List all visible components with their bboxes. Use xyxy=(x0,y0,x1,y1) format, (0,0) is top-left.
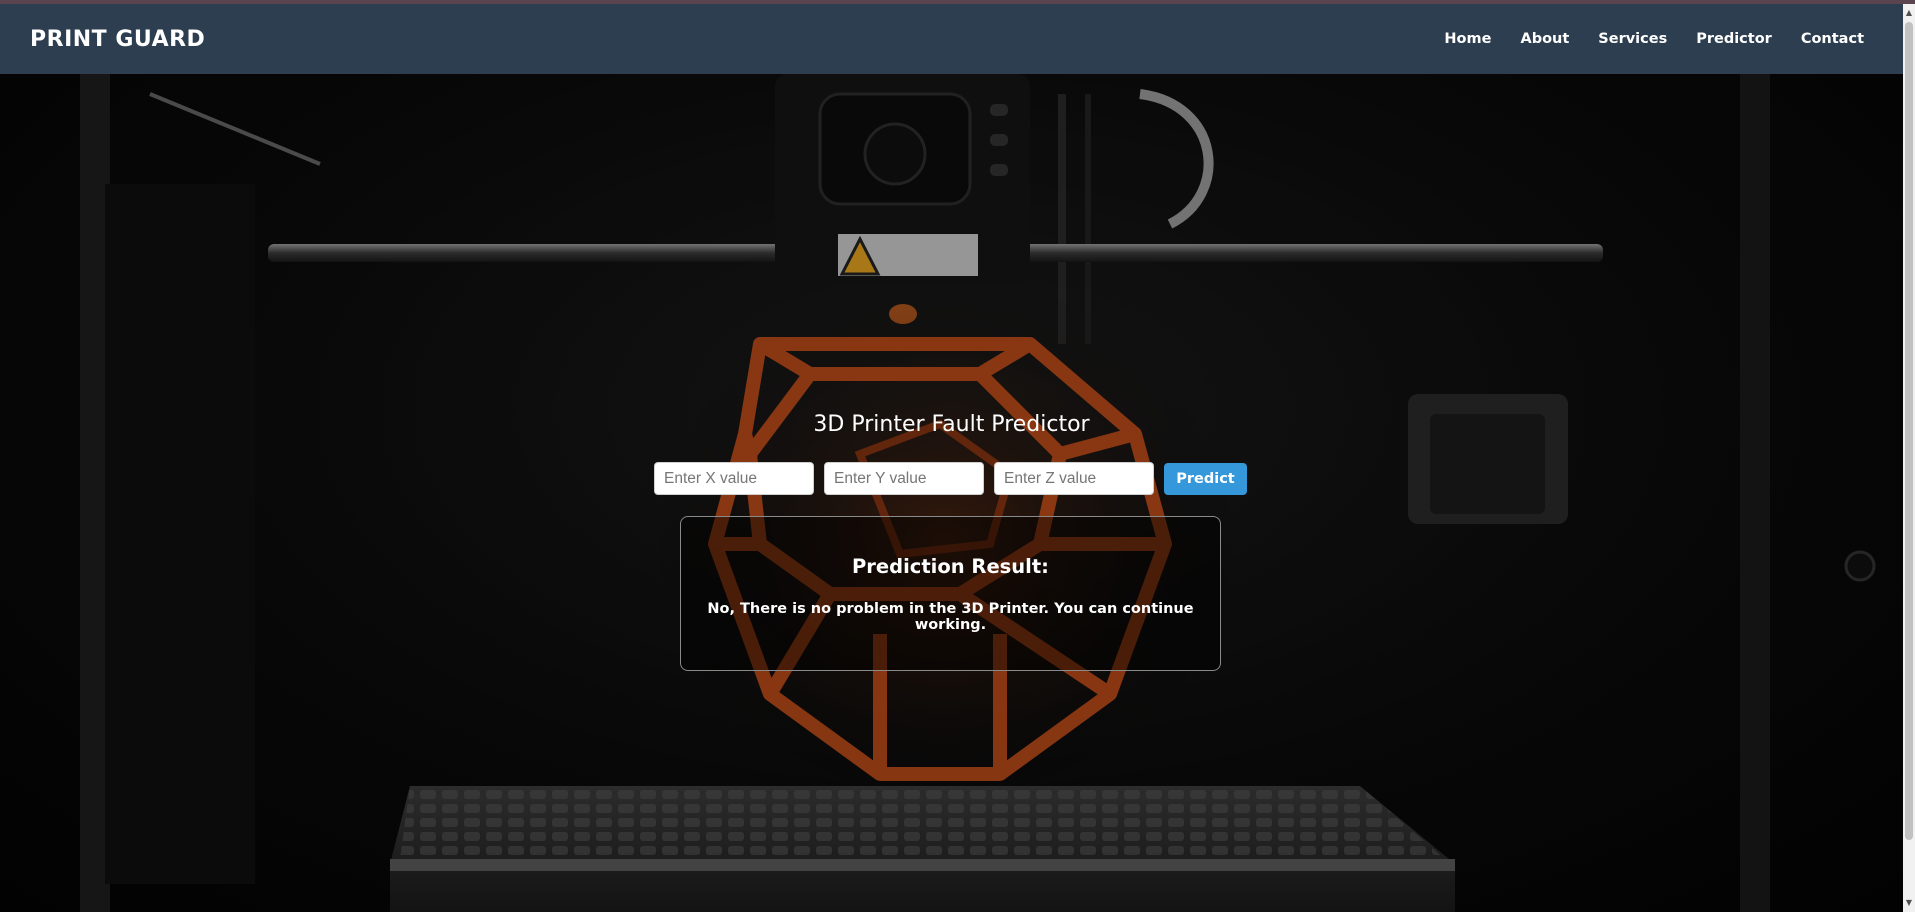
page-title: 3D Printer Fault Predictor xyxy=(813,412,1090,437)
nav-links: Home About Services Predictor Contact xyxy=(1444,31,1864,47)
scrollbar-thumb[interactable] xyxy=(1905,22,1913,840)
result-heading: Prediction Result: xyxy=(852,555,1049,578)
triangle-up-icon[interactable]: ▲ xyxy=(1903,6,1915,20)
page: PRINT GUARD Home About Services Predicto… xyxy=(0,0,1915,912)
nav-link-contact[interactable]: Contact xyxy=(1801,31,1864,47)
brand-logo[interactable]: PRINT GUARD xyxy=(30,27,205,52)
x-value-input[interactable] xyxy=(654,462,814,495)
nav-link-predictor[interactable]: Predictor xyxy=(1696,31,1772,47)
y-value-input[interactable] xyxy=(824,462,984,495)
vertical-scrollbar[interactable]: ▲ ▼ xyxy=(1903,4,1915,912)
z-value-input[interactable] xyxy=(994,462,1154,495)
result-message: No, There is no problem in the 3D Printe… xyxy=(707,601,1194,633)
prediction-result-box: Prediction Result: No, There is no probl… xyxy=(680,516,1221,671)
nav-link-home[interactable]: Home xyxy=(1444,31,1491,47)
predictor-form: Predict xyxy=(654,462,1247,495)
navbar: PRINT GUARD Home About Services Predicto… xyxy=(0,4,1903,74)
predict-button[interactable]: Predict xyxy=(1164,462,1247,495)
hero-section: 3D Printer Fault Predictor Predict Predi… xyxy=(0,74,1903,912)
nav-link-services[interactable]: Services xyxy=(1598,31,1667,47)
nav-link-about[interactable]: About xyxy=(1520,31,1569,47)
predictor-panel: 3D Printer Fault Predictor Predict Predi… xyxy=(0,74,1903,912)
triangle-down-icon[interactable]: ▼ xyxy=(1903,896,1915,910)
